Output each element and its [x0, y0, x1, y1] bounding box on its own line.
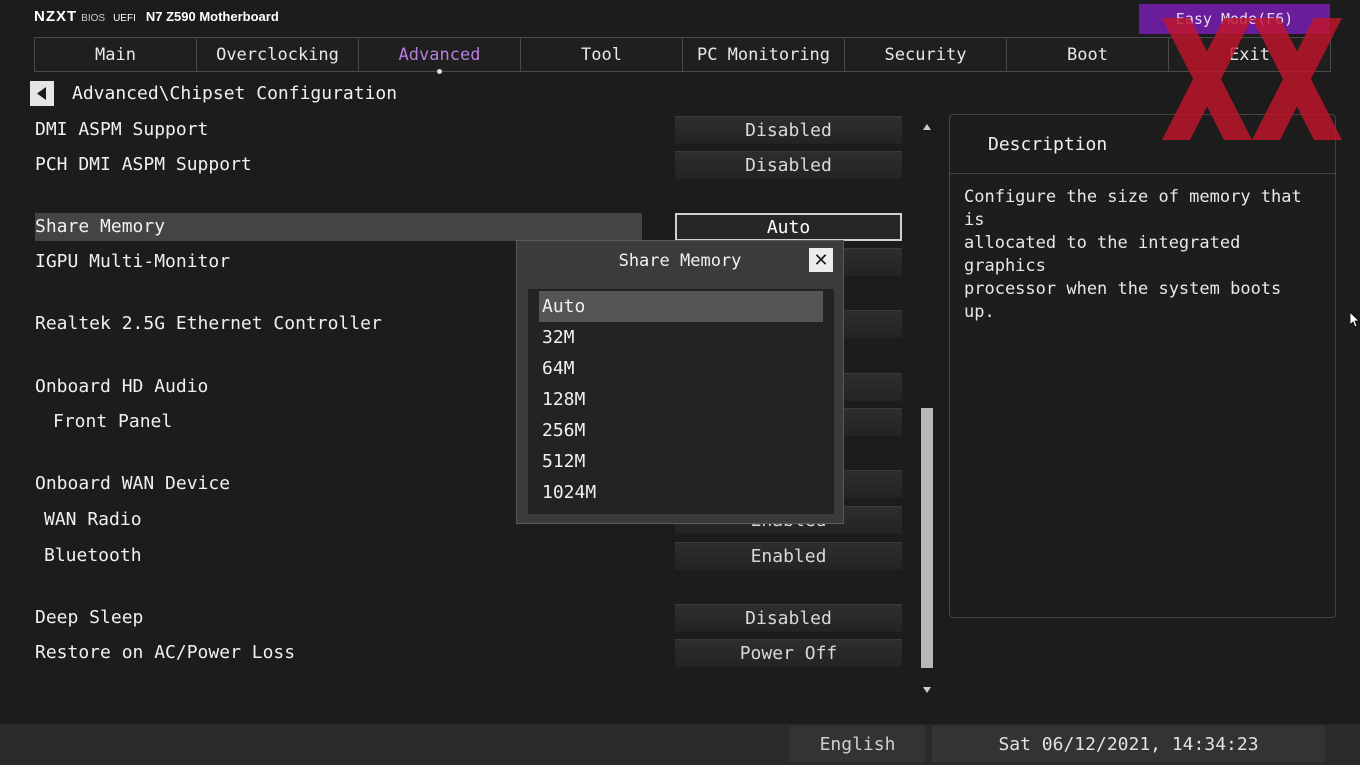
setting-label-dmi-aspm[interactable]: DMI ASPM Support [35, 116, 208, 144]
setting-label-share-memory[interactable]: Share Memory [35, 213, 642, 241]
back-button[interactable] [30, 81, 54, 106]
brand-header: NZXT BIOS UEFI N7 Z590 Motherboard [34, 8, 279, 28]
description-panel: Description Configure the size of memory… [949, 114, 1336, 618]
mouse-pointer-icon [1350, 312, 1360, 328]
tab-pc-monitoring[interactable]: PC Monitoring [683, 38, 845, 71]
popup-option-256m[interactable]: 256M [539, 415, 823, 446]
setting-value-deep-sleep[interactable]: Disabled [675, 604, 902, 632]
setting-label-bluetooth[interactable]: Bluetooth [44, 542, 142, 570]
language-selector[interactable]: English [790, 726, 925, 762]
popup-option-1024m[interactable]: 1024M [539, 477, 823, 508]
popup-option-auto[interactable]: Auto [539, 291, 823, 322]
setting-value-restore-ac-power-loss[interactable]: Power Off [675, 639, 902, 667]
tab-overclocking[interactable]: Overclocking [197, 38, 359, 71]
share-memory-popup: Share Memory ✕ Auto 32M 64M 128M 256M 51… [516, 240, 844, 524]
popup-title: Share Memory [618, 251, 742, 271]
scrollbar-thumb[interactable] [921, 408, 933, 668]
setting-label-onboard-wan-device[interactable]: Onboard WAN Device [35, 470, 230, 498]
setting-value-share-memory[interactable]: Auto [675, 213, 902, 241]
triangle-down-icon[interactable] [923, 686, 931, 694]
popup-option-64m[interactable]: 64M [539, 353, 823, 384]
popup-option-32m[interactable]: 32M [539, 322, 823, 353]
triangle-left-icon [37, 87, 46, 100]
popup-options-list: Auto 32M 64M 128M 256M 512M 1024M [528, 289, 834, 514]
setting-label-front-panel[interactable]: Front Panel [53, 408, 172, 436]
tab-tool[interactable]: Tool [521, 38, 683, 71]
tab-security[interactable]: Security [845, 38, 1007, 71]
popup-option-128m[interactable]: 128M [539, 384, 823, 415]
system-datetime[interactable]: Sat 06/12/2021, 14:34:23 [932, 726, 1325, 762]
setting-value-pch-dmi-aspm[interactable]: Disabled [675, 151, 902, 179]
setting-label-onboard-hd-audio[interactable]: Onboard HD Audio [35, 373, 208, 401]
description-text: Configure the size of memory that is all… [964, 187, 1302, 322]
setting-label-igpu-multi-monitor[interactable]: IGPU Multi-Monitor [35, 248, 230, 276]
close-icon[interactable]: ✕ [809, 248, 833, 272]
setting-label-deep-sleep[interactable]: Deep Sleep [35, 604, 143, 632]
board-name: N7 Z590 Motherboard [145, 9, 279, 24]
setting-label-restore-ac-power-loss[interactable]: Restore on AC/Power Loss [35, 639, 295, 667]
tab-boot[interactable]: Boot [1007, 38, 1169, 71]
vendor-logo: NZXT [34, 8, 78, 25]
triangle-up-icon[interactable] [923, 123, 931, 131]
tab-advanced[interactable]: Advanced [359, 38, 521, 74]
popup-option-512m[interactable]: 512M [539, 446, 823, 477]
setting-label-wan-radio[interactable]: WAN Radio [44, 506, 142, 534]
breadcrumb-path: Advanced\Chipset Configuration [72, 83, 398, 104]
uefi-label: UEFI [113, 13, 136, 24]
setting-value-bluetooth[interactable]: Enabled [675, 542, 902, 570]
breadcrumb: Advanced\Chipset Configuration [30, 81, 397, 106]
tab-main[interactable]: Main [35, 38, 197, 71]
bios-label: BIOS [81, 13, 106, 24]
setting-label-pch-dmi-aspm[interactable]: PCH DMI ASPM Support [35, 151, 252, 179]
setting-label-realtek-ethernet[interactable]: Realtek 2.5G Ethernet Controller [35, 310, 382, 338]
xx-watermark-icon [1162, 18, 1342, 140]
main-tab-bar: Main Overclocking Advanced Tool PC Monit… [34, 37, 1331, 74]
setting-value-dmi-aspm[interactable]: Disabled [675, 116, 902, 144]
